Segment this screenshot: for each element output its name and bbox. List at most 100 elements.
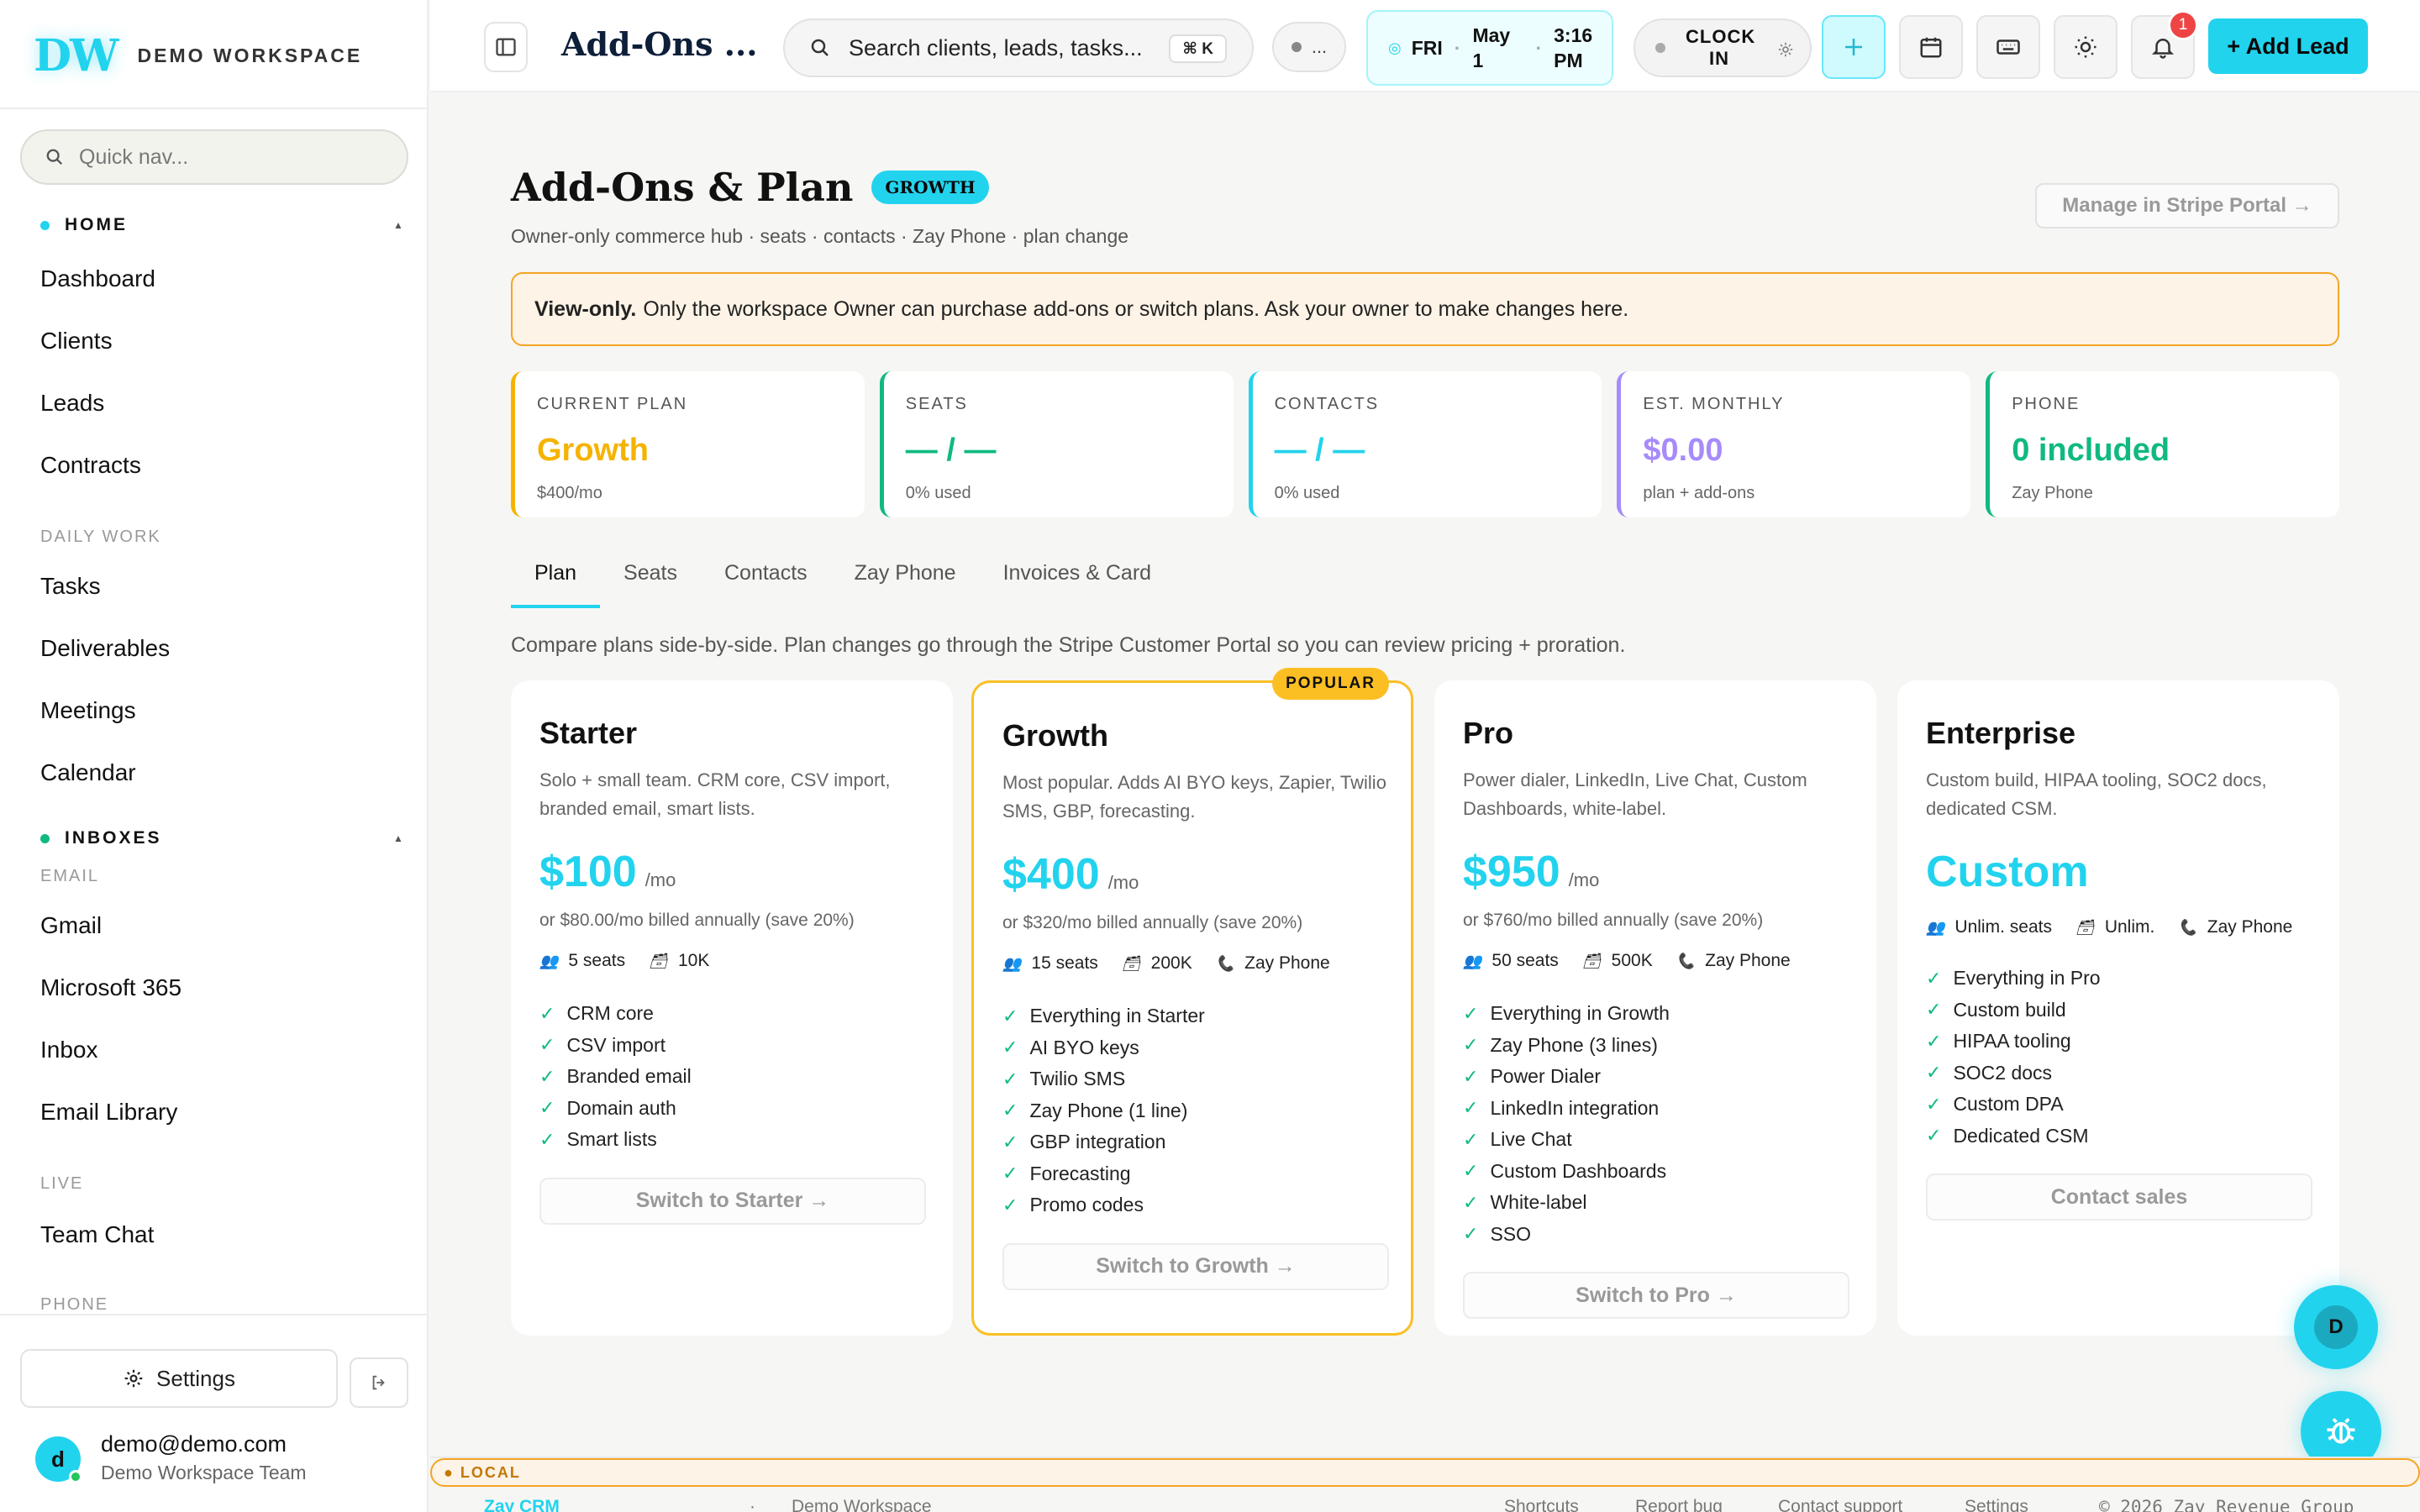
clock-time: 3:16 PM: [1554, 24, 1593, 71]
sidebar-item-clients[interactable]: Clients: [40, 328, 113, 354]
manage-stripe-portal-button[interactable]: Manage in Stripe Portal →: [2035, 183, 2339, 228]
check-icon: ✓: [1463, 1034, 1479, 1056]
assistant-button[interactable]: D: [2294, 1285, 2378, 1369]
feature-text: Promo codes: [1029, 1194, 1144, 1216]
plan-card-enterprise: Enterprise Custom build, HIPAA tooling, …: [1897, 680, 2339, 1336]
gear-icon: [1778, 42, 1793, 57]
section-home[interactable]: HOME ▲: [40, 215, 403, 235]
phone-icon: 📞: [2178, 918, 2197, 936]
calendar-button[interactable]: [1899, 15, 1963, 79]
feature-item: ✓ AI BYO keys: [1002, 1032, 1382, 1064]
tab-contacts[interactable]: Contacts: [701, 553, 831, 603]
theme-toggle-button[interactable]: [2054, 15, 2118, 79]
feature-text: AI BYO keys: [1029, 1036, 1139, 1058]
search-input[interactable]: Search clients, leads, tasks... ⌘ K: [783, 18, 1254, 77]
tab-plan[interactable]: Plan: [511, 553, 601, 608]
feature-item: ✓ LinkedIn integration: [1463, 1093, 1848, 1125]
sidebar-item-email-library[interactable]: Email Library: [40, 1099, 177, 1126]
stat-value: — / —: [905, 433, 997, 468]
annual-price: or $80.00/mo billed annually (save 20%): [539, 911, 855, 930]
plan-price: $400 /mo: [1002, 849, 1382, 900]
feature-list: ✓ Everything in Starter ✓ AI BYO keys ✓ Twi…: [1002, 1000, 1382, 1221]
keyboard-shortcuts-button[interactable]: [1976, 15, 2040, 79]
search-icon: [811, 39, 829, 56]
tab-zay-phone[interactable]: Zay Phone: [831, 553, 980, 603]
footer-link-contact-support[interactable]: Contact support: [1778, 1497, 1902, 1512]
status-text: ...: [1311, 36, 1328, 57]
footer-link-settings[interactable]: Settings: [1965, 1497, 2028, 1512]
clock-date: May 1: [1472, 24, 1511, 71]
section-inboxes[interactable]: INBOXES ▲: [40, 828, 403, 848]
logout-button[interactable]: [350, 1357, 408, 1408]
switch-to-starter-button[interactable]: Switch to Starter →: [539, 1177, 926, 1225]
stat-phone: PHONE 0 included Zay Phone: [1986, 371, 2339, 517]
feature-text: SOC2 docs: [1953, 1061, 2053, 1084]
stat-contacts: CONTACTS — / — 0% used: [1248, 371, 1602, 517]
feature-item: ✓ CRM core: [539, 998, 924, 1030]
sidebar-item-team-chat[interactable]: Team Chat: [40, 1221, 154, 1248]
feature-text: Custom DPA: [1953, 1093, 2064, 1116]
sidebar-toggle-icon: [496, 38, 516, 56]
brand[interactable]: DW DEMO WORKSPACE: [34, 25, 362, 86]
check-icon: ✓: [1926, 1062, 1942, 1084]
sidebar-item-contracts[interactable]: Contracts: [40, 452, 141, 479]
page-title: Add-Ons & Plan GROWTH: [511, 165, 989, 210]
sidebar-item-inbox[interactable]: Inbox: [40, 1037, 98, 1063]
phone-limit-text: Zay Phone: [2207, 917, 2293, 937]
status-dot: [1291, 42, 1302, 52]
feature-text: Smart lists: [566, 1128, 657, 1151]
feature-text: Forecasting: [1029, 1162, 1131, 1184]
bug-icon: [2327, 1418, 2355, 1444]
notifications-button[interactable]: 1: [2131, 10, 2198, 79]
sidebar-item-deliverables[interactable]: Deliverables: [40, 635, 170, 662]
phone-icon: 📞: [1676, 952, 1696, 969]
clock-widget[interactable]: ◎ FRI · May 1 · 3:16 PM: [1366, 10, 1613, 86]
feature-item: ✓ CSV import: [539, 1030, 924, 1062]
footer-link-shortcuts[interactable]: Shortcuts: [1504, 1497, 1579, 1512]
sidebar-item-gmail[interactable]: Gmail: [40, 912, 102, 939]
feature-item: ✓ GBP integration: [1002, 1126, 1382, 1158]
contacts-limit: 🗃 500K: [1582, 951, 1653, 971]
feature-item: ✓ Live Chat: [1463, 1124, 1848, 1156]
sidebar-item-calendar[interactable]: Calendar: [40, 759, 136, 786]
sidebar-item-leads[interactable]: Leads: [40, 390, 104, 417]
avatar[interactable]: d: [35, 1436, 82, 1483]
switch-to-growth-button[interactable]: Switch to Growth →: [1002, 1242, 1389, 1290]
contact-sales-button[interactable]: Contact sales: [1926, 1173, 2312, 1221]
stat-hint: 0% used: [905, 484, 971, 502]
plan-name: Growth: [1002, 718, 1108, 753]
sidebar-item-meetings[interactable]: Meetings: [40, 697, 136, 724]
switch-to-pro-button[interactable]: Switch to Pro →: [1463, 1272, 1849, 1319]
logout-icon: [372, 1375, 385, 1390]
quick-create-button[interactable]: [1822, 15, 1886, 79]
seats-limit-text: 15 seats: [1031, 953, 1098, 973]
stat-label: EST. MONTHLY: [1643, 395, 1785, 413]
plan-limits: 👥 Unlim. seats 🗃 Unlim. 📞 Zay Phone: [1926, 917, 2311, 937]
settings-button[interactable]: Settings: [20, 1349, 338, 1408]
sidebar-item-tasks[interactable]: Tasks: [40, 573, 101, 600]
sidebar-item-dashboard[interactable]: Dashboard: [40, 265, 155, 292]
toggle-sidebar-button[interactable]: [484, 22, 528, 72]
section-email-label: EMAIL: [40, 867, 100, 885]
settings-label: Settings: [156, 1365, 235, 1391]
tab-invoices-card[interactable]: Invoices & Card: [980, 553, 1175, 603]
tab-seats[interactable]: Seats: [600, 553, 701, 603]
feature-item: ✓ Power Dialer: [1463, 1061, 1848, 1093]
status-indicator[interactable]: ...: [1272, 22, 1346, 72]
collapse-caret-icon: ▲: [393, 219, 406, 231]
footer-brand[interactable]: Zay CRM: [484, 1497, 560, 1512]
clock-in-button[interactable]: CLOCK IN: [1634, 18, 1812, 77]
add-lead-button[interactable]: + Add Lead: [2208, 18, 2368, 74]
contacts-limit-text: 10K: [678, 951, 710, 970]
footer-link-report-bug[interactable]: Report bug: [1635, 1497, 1723, 1512]
seats-limit: 👥 5 seats: [539, 951, 625, 971]
feature-item: ✓ Zay Phone (3 lines): [1463, 1030, 1848, 1062]
price-period: /mo: [644, 869, 676, 890]
users-icon: 👥: [539, 952, 559, 969]
env-badge: ● LOCAL: [430, 1458, 2420, 1487]
feature-text: CSV import: [566, 1033, 666, 1056]
price-amount: $100: [539, 848, 637, 896]
quick-nav-input[interactable]: Quick nav...: [20, 129, 408, 185]
sidebar-item-microsoft-365[interactable]: Microsoft 365: [40, 974, 182, 1001]
feature-item: ✓ Everything in Starter: [1002, 1000, 1382, 1032]
